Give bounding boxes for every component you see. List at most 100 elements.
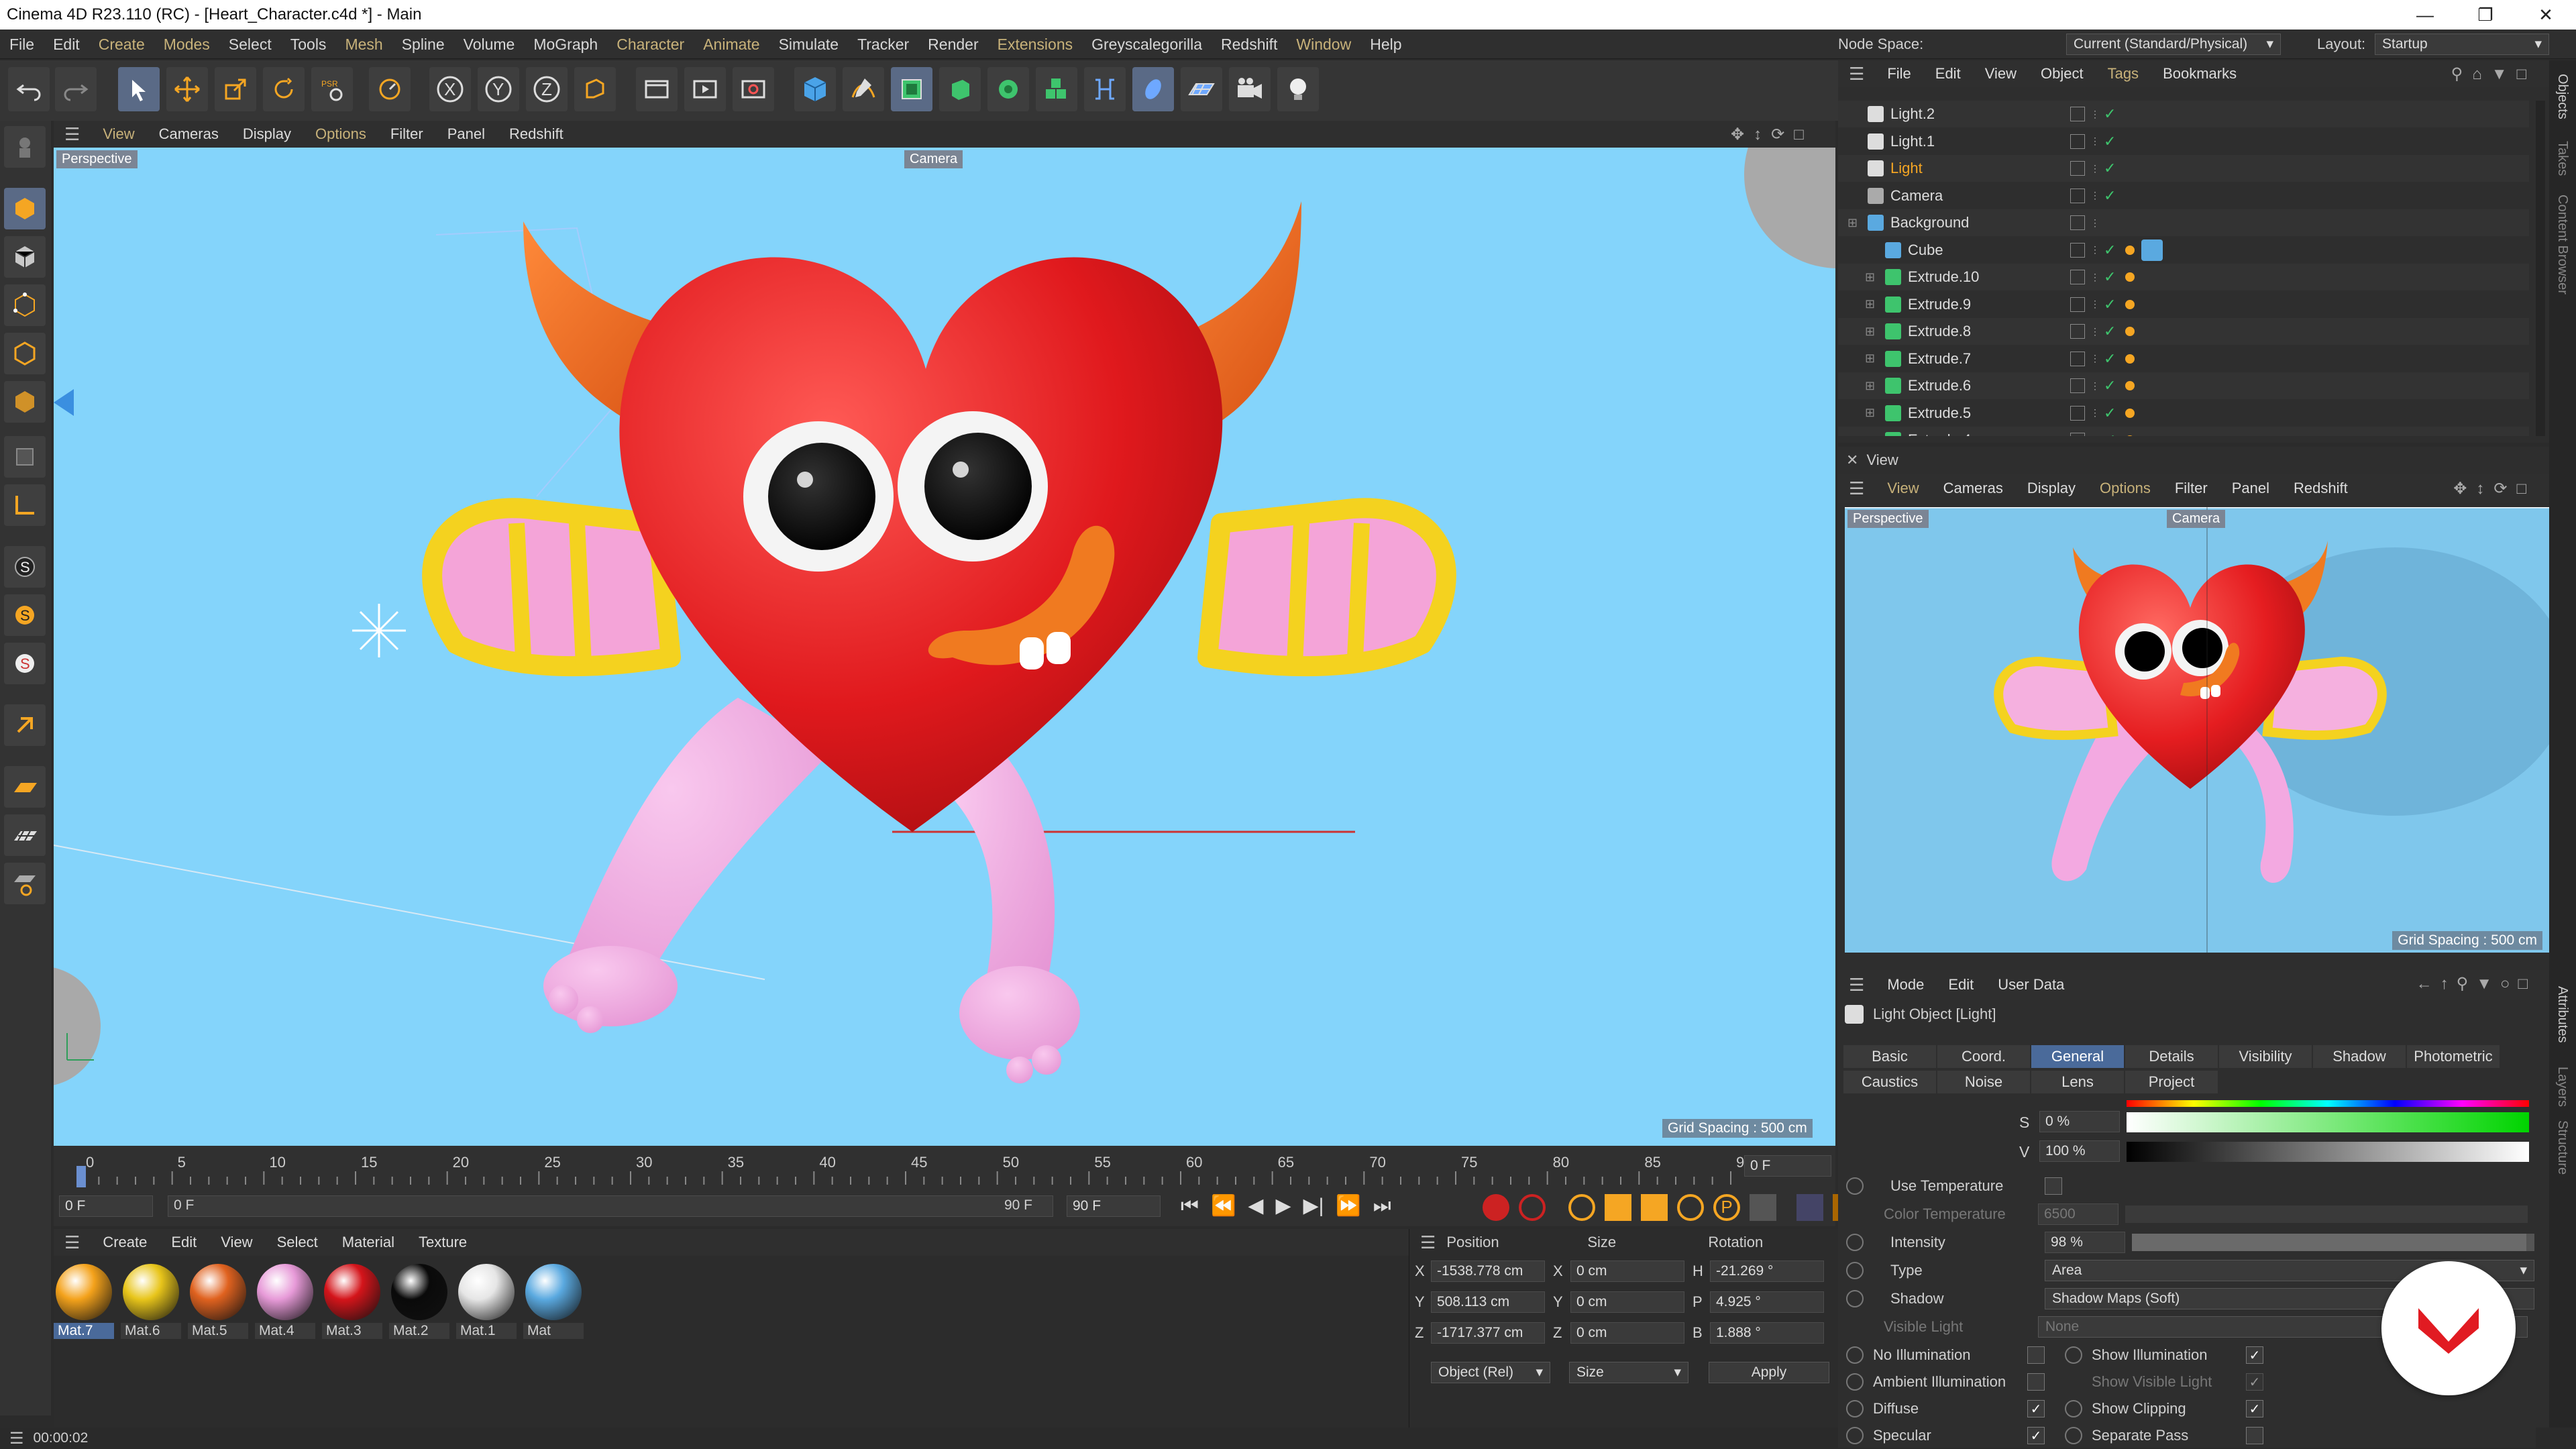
separate-pass-checkbox[interactable] [2246, 1427, 2263, 1444]
enabled-check-icon[interactable]: ✓ [2104, 377, 2116, 394]
go-to-end-icon[interactable]: ⏭ [1373, 1195, 1391, 1218]
view2-menu-view[interactable]: View [1875, 480, 1931, 497]
menu-lines-icon[interactable]: ☰ [54, 1232, 91, 1253]
ambient-illumination-checkbox[interactable] [2027, 1373, 2045, 1391]
view2-menu-display[interactable]: Display [2015, 480, 2088, 497]
om-menu-object[interactable]: Object [2029, 65, 2096, 83]
color-temperature-slider[interactable] [2125, 1205, 2528, 1223]
separate-pass-anim-icon[interactable] [2065, 1427, 2082, 1444]
coords-size-select[interactable]: Size ▾ [1569, 1362, 1688, 1383]
view2-menu-panel[interactable]: Panel [2220, 480, 2282, 497]
menu-help[interactable]: Help [1360, 30, 1411, 59]
om-menu-file[interactable]: File [1875, 65, 1923, 83]
attr-tab[interactable]: Shadow [2313, 1045, 2406, 1068]
model-mode-icon[interactable] [4, 188, 46, 229]
object-list-item[interactable]: Light.1 ⋮ ✓ [1838, 127, 2529, 155]
menu-lines-icon[interactable]: ☰ [54, 124, 91, 145]
layer-icon[interactable] [2070, 405, 2085, 421]
size-field[interactable]: 0 cm [1570, 1260, 1684, 1282]
workplane-icon[interactable] [4, 766, 46, 808]
make-editable-icon[interactable] [4, 126, 46, 168]
coords-mode-select[interactable]: Object (Rel) ▾ [1431, 1362, 1550, 1383]
menu-render[interactable]: Render [918, 30, 987, 59]
material-item[interactable]: Mat.6 [121, 1264, 181, 1339]
visibility-dots-icon[interactable]: ⋮ [2090, 326, 2100, 337]
object-list-item[interactable]: ⊞ Extrude.5 ⋮ ✓ [1838, 399, 2529, 427]
x-axis-icon[interactable]: X [429, 67, 471, 111]
menu-window[interactable]: Window [1287, 30, 1360, 59]
layer-icon[interactable] [2070, 242, 2085, 258]
rotation-field[interactable]: -21.269 ° [1710, 1260, 1824, 1282]
render-view-icon[interactable] [636, 67, 678, 111]
om-menu-edit[interactable]: Edit [1923, 65, 1973, 83]
apply-button[interactable]: Apply [1709, 1362, 1829, 1383]
view2-menu-filter[interactable]: Filter [2163, 480, 2220, 497]
expand-toggle-icon[interactable]: ⊞ [1847, 216, 1861, 230]
render-picture-viewer-icon[interactable] [684, 67, 726, 111]
polygon-mode-icon[interactable] [4, 381, 46, 423]
use-temperature-checkbox[interactable] [2045, 1177, 2062, 1195]
view2-menu-cameras[interactable]: Cameras [1931, 480, 2015, 497]
redo-icon[interactable] [55, 67, 97, 111]
intensity-field[interactable]: 98 % [2045, 1232, 2125, 1253]
start-frame-field[interactable]: 0 F [59, 1195, 153, 1217]
viewport-menu-options[interactable]: Options [303, 125, 378, 143]
menu-spline[interactable]: Spline [392, 30, 454, 59]
expand-toggle-icon[interactable]: ⊞ [1865, 433, 1878, 437]
material-tag-icon[interactable] [2125, 272, 2135, 282]
locked-workplane-icon[interactable] [4, 863, 46, 904]
enabled-check-icon[interactable]: ✓ [2104, 105, 2116, 123]
frame-range-slider[interactable]: 0 F 90 F [168, 1195, 1053, 1217]
view2-menu-options[interactable]: Options [2088, 480, 2163, 497]
keyframe-selection-icon[interactable] [1568, 1194, 1595, 1221]
close-button[interactable]: ✕ [2516, 0, 2576, 30]
minimize-button[interactable]: — [2395, 0, 2455, 30]
z-axis-icon[interactable]: Z [526, 67, 568, 111]
edge-mode-icon[interactable] [4, 333, 46, 374]
material-item[interactable]: Mat [523, 1264, 584, 1339]
expand-toggle-icon[interactable]: ⊞ [1865, 297, 1878, 311]
layer-icon[interactable] [2070, 433, 2085, 436]
parameter-key-icon[interactable]: P [1713, 1194, 1740, 1221]
viewport-menu-filter[interactable]: Filter [378, 125, 435, 143]
next-frame-icon[interactable]: ▶| [1303, 1194, 1324, 1218]
snap-icon[interactable]: S [4, 546, 46, 588]
uv-mode-icon[interactable] [4, 436, 46, 478]
object-list-item[interactable]: Camera ⋮ ✓ [1838, 182, 2529, 209]
floor-icon[interactable] [1181, 67, 1222, 111]
attr-tab[interactable]: Visibility [2219, 1045, 2312, 1068]
close-icon[interactable]: ✕ [1838, 451, 1866, 469]
visibility-dots-icon[interactable]: ⋮ [2090, 272, 2100, 283]
camera-render-view[interactable]: Perspective Camera Grid Spacing : 500 cm [1845, 507, 2549, 953]
menu-extensions[interactable]: Extensions [988, 30, 1083, 59]
material-item[interactable]: Mat.2 [389, 1264, 449, 1339]
side-tab-structure[interactable]: Structure [2555, 1120, 2570, 1175]
workplane-snap-icon[interactable]: S [4, 643, 46, 684]
intensity-anim-icon[interactable] [1846, 1234, 1864, 1251]
attr-menu-edit[interactable]: Edit [1936, 976, 1986, 994]
render-settings-icon[interactable] [733, 67, 774, 111]
view2-nav-icons[interactable]: ✥↕⟳□ [2453, 479, 2536, 498]
show-visible-light-checkbox[interactable]: ✓ [2246, 1373, 2263, 1391]
layer-icon[interactable] [2070, 297, 2085, 312]
move-icon[interactable] [166, 67, 208, 111]
menu-simulate[interactable]: Simulate [769, 30, 848, 59]
grid-plane-icon[interactable] [4, 814, 46, 856]
enabled-check-icon[interactable]: ✓ [2104, 431, 2116, 436]
type-anim-icon[interactable] [1846, 1262, 1864, 1279]
subdivision-surface-icon[interactable] [891, 67, 932, 111]
menu-lines-icon[interactable]: ☰ [1838, 478, 1875, 499]
expand-toggle-icon[interactable]: ⊞ [1865, 352, 1878, 366]
material-menu-texture[interactable]: Texture [407, 1234, 479, 1251]
position-field[interactable]: 508.113 cm [1431, 1291, 1545, 1313]
menu-tracker[interactable]: Tracker [848, 30, 918, 59]
position-key-icon[interactable] [1605, 1194, 1631, 1221]
attr-tab[interactable]: Lens [2031, 1071, 2124, 1093]
object-list-item[interactable]: Cube ⋮ ✓ [1838, 236, 2529, 264]
viewport-menu-panel[interactable]: Panel [435, 125, 497, 143]
visibility-dots-icon[interactable]: ⋮ [2090, 244, 2100, 256]
position-field[interactable]: -1538.778 cm [1431, 1260, 1545, 1282]
no-illumination-checkbox[interactable] [2027, 1346, 2045, 1364]
extrude-generator-icon[interactable] [939, 67, 981, 111]
object-list-item[interactable]: ⊞ Extrude.6 ⋮ ✓ [1838, 372, 2529, 399]
